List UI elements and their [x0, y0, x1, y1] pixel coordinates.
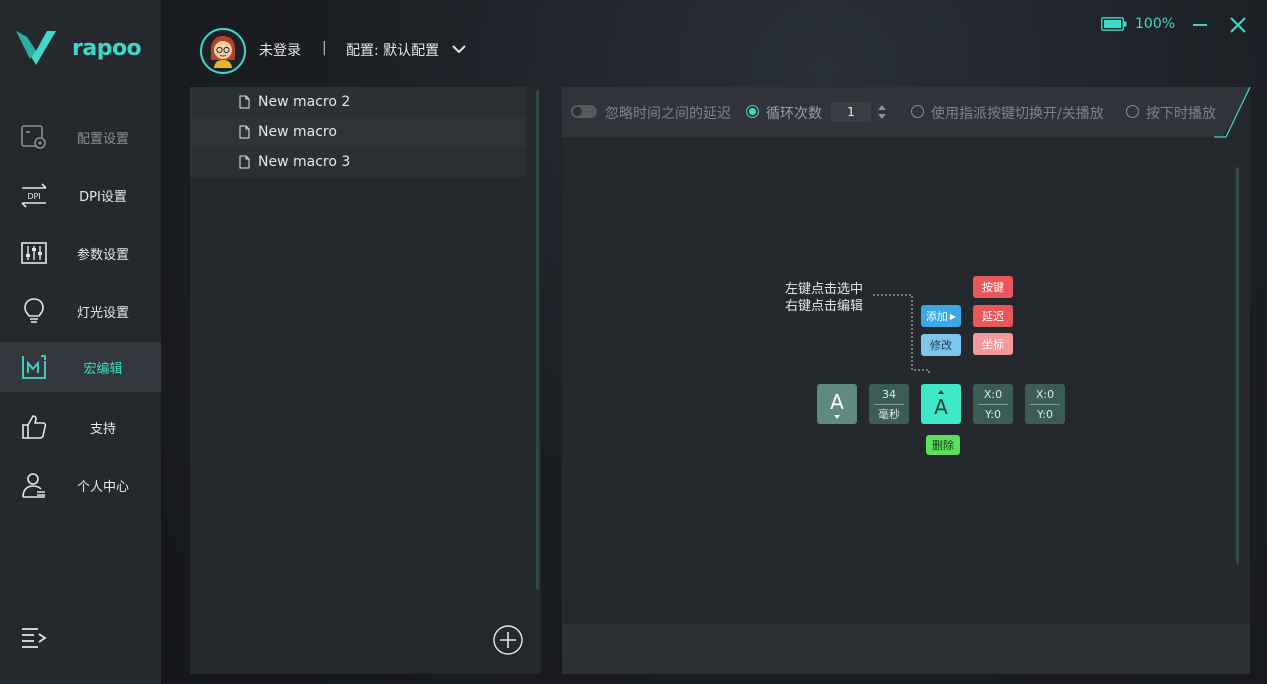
macro-list-panel: New macro 2 New macro New macro 3: [190, 87, 541, 674]
arrow-down-icon: [834, 414, 840, 419]
sidebar-item-lighting[interactable]: 灯光设置: [0, 286, 161, 336]
user-icon: [22, 473, 45, 498]
svg-text:DPI: DPI: [27, 192, 40, 201]
divider: [978, 403, 1008, 405]
minimize-icon[interactable]: [1190, 14, 1210, 34]
ignore-delay-toggle[interactable]: [571, 105, 597, 118]
document-icon: [239, 155, 250, 169]
sidebar-item-dpi[interactable]: DPI DPI设置: [0, 170, 161, 220]
add-delay-button[interactable]: 延迟: [973, 305, 1013, 327]
coord-y: Y:0: [1037, 407, 1053, 421]
toggle-play-radio[interactable]: [911, 105, 924, 118]
add-label: 添加: [925, 310, 948, 323]
sliders-icon: [21, 242, 47, 264]
document-icon: [239, 95, 250, 109]
add-key-button[interactable]: 按键: [973, 276, 1013, 298]
avatar-image: [202, 30, 244, 72]
profile-selector-label[interactable]: 配置: 默认配置: [346, 40, 439, 60]
header-separator: |: [322, 40, 327, 56]
add-macro-button[interactable]: [492, 624, 524, 656]
macro-name: New macro 3: [258, 154, 351, 170]
delay-value: 34: [882, 387, 896, 401]
editor-scrollbar[interactable]: [1236, 167, 1239, 565]
avatar[interactable]: [200, 28, 246, 74]
macro-list-item[interactable]: New macro 2: [190, 87, 526, 117]
sidebar-item-label: 支持: [89, 421, 116, 437]
macro-name: New macro 2: [258, 94, 351, 110]
config-icon: [21, 125, 46, 149]
sidebar-item-support[interactable]: 支持: [0, 402, 161, 452]
v-logo-icon: [16, 31, 56, 65]
macro-list-item[interactable]: New macro: [190, 117, 526, 147]
delay-unit: 毫秒: [878, 407, 900, 421]
sidebar-item-params[interactable]: 参数设置: [0, 228, 161, 278]
macro-step-coord[interactable]: X:0 Y:0: [1025, 384, 1065, 424]
macro-step-coord[interactable]: X:0 Y:0: [973, 384, 1013, 424]
arrow-up-icon: [938, 389, 944, 394]
brand-name: rapoo: [72, 35, 142, 61]
hold-play-label: 按下时播放: [1146, 106, 1216, 122]
delete-button[interactable]: 删除: [926, 435, 960, 455]
divider: [874, 403, 904, 405]
macro-step-delay[interactable]: 34 毫秒: [869, 384, 909, 424]
sidebar-item-label: 个人中心: [76, 479, 129, 495]
divider: [1030, 403, 1060, 405]
document-icon: [239, 125, 250, 139]
caret-right-icon: ▶: [949, 311, 957, 321]
macro-step-key-up-selected[interactable]: A: [921, 384, 961, 424]
coord-x: X:0: [1035, 387, 1055, 401]
loop-count-radio[interactable]: [746, 105, 759, 118]
macro-icon: [22, 355, 46, 379]
sidebar-item-config[interactable]: 配置设置: [0, 112, 161, 162]
sidebar-item-macro[interactable]: 宏编辑: [0, 342, 161, 392]
add-coord-button[interactable]: 坐标: [973, 333, 1013, 355]
macro-list-scrollbar[interactable]: [536, 90, 539, 590]
sidebar-item-label: DPI设置: [79, 189, 127, 205]
battery-percent: 100%: [1135, 16, 1176, 32]
ignore-delay-label: 忽略时间之间的延迟: [605, 106, 731, 122]
toggle-play-label: 使用指派按键切换开/关播放: [931, 106, 1104, 122]
macro-list-item[interactable]: New macro 3: [190, 147, 526, 177]
sidebar: rapoo 配置设置 DPI DPI设置 参数设置 灯光设置 宏编辑 支持 个人…: [0, 0, 161, 684]
menu-collapse-icon[interactable]: [20, 626, 48, 650]
login-status[interactable]: 未登录: [259, 40, 301, 60]
sidebar-item-label: 灯光设置: [76, 305, 129, 321]
loop-count-input[interactable]: 1: [831, 102, 871, 122]
loop-count-label: 循环次数: [766, 106, 822, 122]
rapoo-logo: rapoo: [14, 28, 144, 68]
chevron-down-icon[interactable]: [451, 41, 467, 57]
coord-x: X:0: [983, 387, 1003, 401]
add-button[interactable]: 添加 ▶: [921, 305, 961, 327]
editor-footer: [562, 624, 1250, 674]
bulb-icon: [24, 298, 44, 323]
hint-right-click: 右键点击编辑: [785, 299, 864, 314]
coord-y: Y:0: [985, 407, 1001, 421]
macro-editor-panel: 忽略时间之间的延迟 循环次数 1 使用指派按键切换开/关播放 按下时播放: [562, 87, 1251, 674]
sidebar-item-label: 宏编辑: [83, 361, 123, 377]
toolbar-accent: [1214, 87, 1251, 138]
close-icon[interactable]: [1228, 15, 1248, 35]
sidebar-item-profile[interactable]: 个人中心: [0, 460, 161, 510]
hold-play-radio[interactable]: [1126, 105, 1139, 118]
key-letter: A: [934, 394, 948, 419]
dpi-icon: DPI: [21, 183, 47, 208]
macro-name: New macro: [258, 124, 337, 140]
sidebar-item-label: 配置设置: [76, 131, 129, 147]
thumbs-up-icon: [22, 415, 47, 439]
loop-count-stepper[interactable]: [876, 102, 888, 122]
key-letter: A: [830, 389, 844, 414]
sidebar-item-label: 参数设置: [76, 247, 129, 263]
modify-button[interactable]: 修改: [921, 334, 961, 356]
battery-icon: [1101, 17, 1127, 31]
macro-step-key-down[interactable]: A: [817, 384, 857, 424]
